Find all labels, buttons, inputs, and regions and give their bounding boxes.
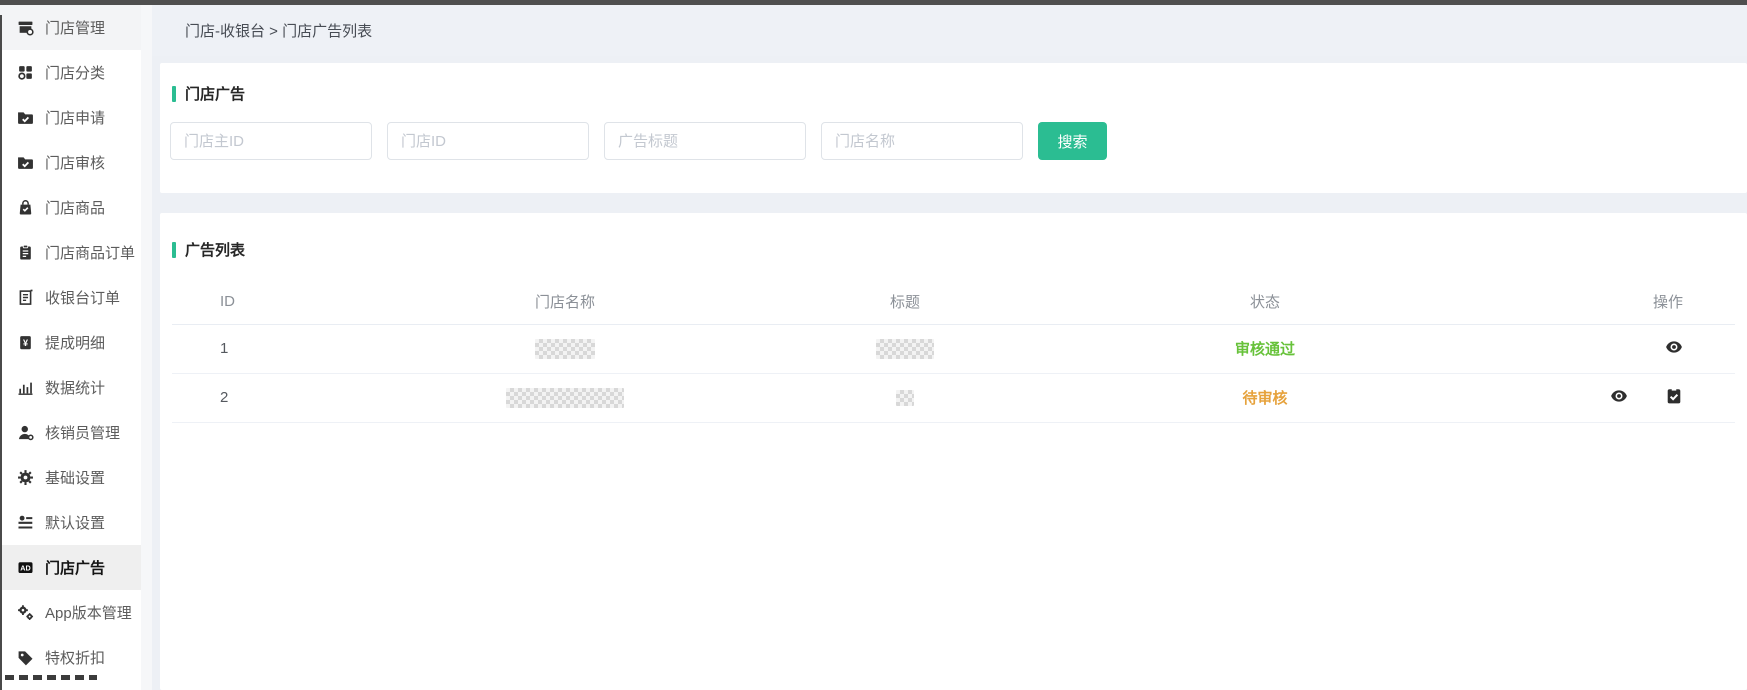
storefront-icon xyxy=(17,19,34,36)
sidebar-item-store-application[interactable]: 门店申请 xyxy=(0,95,141,140)
search-panel-title: 门店广告 xyxy=(172,83,245,104)
table-row: 1 审核通过 xyxy=(172,324,1735,373)
breadcrumb: 门店-收银台 > 门店广告列表 xyxy=(152,5,1747,56)
sidebar-item-label: 特权折扣 xyxy=(45,647,105,668)
svg-text:AD: AD xyxy=(20,563,30,572)
status-badge: 审核通过 xyxy=(1235,341,1295,358)
gears-icon xyxy=(17,604,34,621)
table-row: 2 待审核 xyxy=(172,373,1735,422)
cell-status: 审核通过 xyxy=(1075,324,1455,373)
view-icon[interactable] xyxy=(1610,387,1628,405)
user-gear-icon xyxy=(17,424,34,441)
tag-icon xyxy=(17,649,34,666)
clipboard-icon xyxy=(17,244,34,261)
header-actions: 操作 xyxy=(1455,279,1735,324)
breadcrumb-text: 门店-收银台 > 门店广告列表 xyxy=(185,20,372,41)
section-accent-bar xyxy=(172,242,176,258)
sidebar-item-default-settings[interactable]: 默认设置 xyxy=(0,500,141,545)
sidebar-item-cashier-orders[interactable]: 收银台订单 xyxy=(0,275,141,320)
window-top-bar xyxy=(0,0,1747,5)
sidebar-item-privilege-discount[interactable]: 特权折扣 xyxy=(0,635,141,680)
window-left-edge xyxy=(0,15,2,690)
redacted-ad-title xyxy=(876,339,934,359)
store-id-input[interactable] xyxy=(387,122,589,160)
sidebar-item-commission-details[interactable]: ¥ 提成明细 xyxy=(0,320,141,365)
cell-actions xyxy=(1455,324,1735,373)
sidebar-item-label: 基础设置 xyxy=(45,467,105,488)
view-icon[interactable] xyxy=(1665,338,1683,356)
sidebar-item-store-ads[interactable]: AD 门店广告 xyxy=(0,545,141,590)
cell-ad-title xyxy=(735,373,1075,422)
main-content: 门店-收银台 > 门店广告列表 门店广告 搜索 广告列表 ID xyxy=(152,5,1747,690)
sidebar-item-label: App版本管理 xyxy=(45,602,132,623)
sidebar-item-verifier-management[interactable]: 核销员管理 xyxy=(0,410,141,455)
sidebar-item-label: 提成明细 xyxy=(45,332,105,353)
search-filters: 搜索 xyxy=(170,122,1107,160)
search-panel: 门店广告 搜索 xyxy=(160,63,1747,193)
section-accent-bar xyxy=(172,86,176,102)
sidebar-item-label: 门店商品订单 xyxy=(45,242,135,263)
sidebar-item-store-goods[interactable]: 门店商品 xyxy=(0,185,141,230)
sidebar-item-label: 核销员管理 xyxy=(45,422,120,443)
sidebar-item-store-category[interactable]: 门店分类 xyxy=(0,50,141,95)
ad-table: ID 门店名称 标题 状态 操作 1 审核通过 xyxy=(172,279,1735,423)
header-status: 状态 xyxy=(1075,279,1455,324)
search-button[interactable]: 搜索 xyxy=(1038,122,1107,160)
sidebar-item-store-management[interactable]: 门店管理 xyxy=(0,5,141,50)
cell-store-name xyxy=(395,324,735,373)
sidebar-menu: 门店管理 门店分类 门店申请 门店审核 门店商品 xyxy=(0,5,152,680)
sidebar-item-clipped xyxy=(5,675,97,680)
folder-check-icon xyxy=(17,109,34,126)
search-panel-title-text: 门店广告 xyxy=(185,83,245,104)
ad-badge-icon: AD xyxy=(17,559,34,576)
sidebar-item-label: 默认设置 xyxy=(45,512,105,533)
sidebar-item-label: 数据统计 xyxy=(45,377,105,398)
header-title: 标题 xyxy=(735,279,1075,324)
sidebar-item-label: 门店商品 xyxy=(45,197,105,218)
sidebar: 门店管理 门店分类 门店申请 门店审核 门店商品 xyxy=(0,5,152,690)
sidebar-item-store-goods-orders[interactable]: 门店商品订单 xyxy=(0,230,141,275)
header-id: ID xyxy=(172,279,395,324)
cell-status: 待审核 xyxy=(1075,373,1455,422)
yen-book-icon: ¥ xyxy=(17,334,34,351)
sidebar-item-store-review[interactable]: 门店审核 xyxy=(0,140,141,185)
bar-chart-icon xyxy=(17,379,34,396)
ad-list-panel: 广告列表 ID 门店名称 标题 状态 操作 1 xyxy=(160,213,1747,690)
cell-id: 2 xyxy=(172,373,395,422)
ad-list-title: 广告列表 xyxy=(172,239,245,260)
redacted-store-name xyxy=(506,388,624,408)
sidebar-item-label: 门店申请 xyxy=(45,107,105,128)
store-name-input[interactable] xyxy=(821,122,1023,160)
sidebar-item-basic-settings[interactable]: 基础设置 xyxy=(0,455,141,500)
cell-ad-title xyxy=(735,324,1075,373)
sidebar-item-label: 门店审核 xyxy=(45,152,105,173)
sidebar-item-label: 门店管理 xyxy=(45,17,105,38)
sidebar-item-app-version-management[interactable]: App版本管理 xyxy=(0,590,141,635)
grid-icon xyxy=(17,64,34,81)
store-owner-id-input[interactable] xyxy=(170,122,372,160)
cell-store-name xyxy=(395,373,735,422)
cell-actions xyxy=(1455,373,1735,422)
status-badge: 待审核 xyxy=(1242,390,1287,407)
sidebar-item-label: 门店广告 xyxy=(45,557,105,578)
table-header-row: ID 门店名称 标题 状态 操作 xyxy=(172,279,1735,324)
sidebar-item-label: 门店分类 xyxy=(45,62,105,83)
ad-title-input[interactable] xyxy=(604,122,806,160)
svg-text:¥: ¥ xyxy=(23,338,28,348)
sidebar-item-label: 收银台订单 xyxy=(45,287,120,308)
preferences-icon xyxy=(17,514,34,531)
audit-check-icon[interactable] xyxy=(1665,387,1683,405)
redacted-store-name xyxy=(535,339,595,359)
header-store-name: 门店名称 xyxy=(395,279,735,324)
folder-check-icon xyxy=(17,154,34,171)
receipt-icon xyxy=(17,289,34,306)
sidebar-item-data-statistics[interactable]: 数据统计 xyxy=(0,365,141,410)
shopping-bag-icon xyxy=(17,199,34,216)
gear-icon xyxy=(17,469,34,486)
redacted-ad-title xyxy=(896,390,914,406)
cell-id: 1 xyxy=(172,324,395,373)
ad-list-title-text: 广告列表 xyxy=(185,239,245,260)
